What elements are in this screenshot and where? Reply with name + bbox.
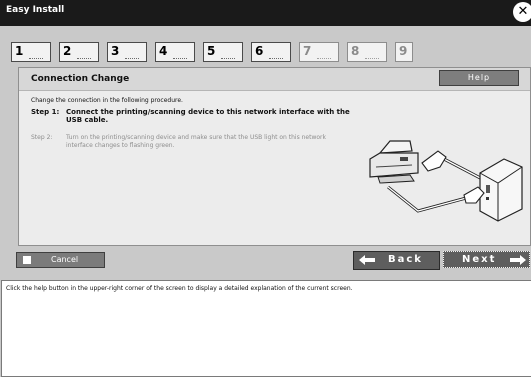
step-dots (29, 54, 43, 59)
step-dots (125, 54, 139, 59)
panel-header: Connection Change Help (19, 68, 530, 91)
info-text: Click the help button in the upper-right… (6, 285, 353, 292)
info-message-box: Click the help button in the upper-right… (1, 280, 531, 377)
easy-install-window: Easy Install ✕ 1 2 3 4 5 6 7 8 9 Connect… (0, 0, 531, 377)
step-number: 4 (159, 44, 168, 58)
step-number: 3 (111, 44, 120, 58)
step-number: 6 (255, 44, 264, 58)
arrow-left-icon (359, 255, 375, 265)
step-number: 7 (303, 44, 312, 58)
next-button[interactable]: Next (443, 251, 530, 268)
step-3: 3 (107, 42, 147, 62)
step-dots (77, 54, 91, 59)
step-dots (221, 54, 235, 59)
step2-text: Turn on the printing/scanning device and… (66, 134, 326, 149)
intro-text: Change the connection in the following p… (31, 97, 183, 104)
step-2: 2 (59, 42, 99, 62)
step-number: 1 (15, 44, 24, 58)
step-dots (173, 54, 187, 59)
back-label: Back (388, 254, 423, 265)
step-9: 9 (395, 42, 413, 62)
connection-illustration (369, 140, 523, 222)
cancel-checkbox-icon (23, 256, 31, 264)
step-number: 2 (63, 44, 72, 58)
step-6: 6 (251, 42, 291, 62)
step-dots (365, 54, 379, 59)
step-number: 8 (351, 44, 360, 58)
step-number: 5 (207, 44, 216, 58)
help-button[interactable]: Help (439, 70, 519, 86)
step-4: 4 (155, 42, 195, 62)
printer-icon (369, 140, 419, 184)
step-7: 7 (299, 42, 339, 62)
step-dots (269, 54, 283, 59)
next-label: Next (462, 254, 497, 265)
cancel-label: Cancel (51, 255, 79, 264)
panel-title: Connection Change (31, 74, 130, 84)
back-button[interactable]: Back (353, 251, 440, 270)
window-title: Easy Install (6, 5, 65, 15)
content-panel: Connection Change Help Change the connec… (18, 67, 531, 246)
step-1: 1 (11, 42, 51, 62)
step-5: 5 (203, 42, 243, 62)
title-bar: Easy Install ✕ (0, 0, 531, 26)
step2-label: Step 2: (31, 134, 53, 141)
cancel-button[interactable]: Cancel (16, 252, 105, 268)
arrow-right-icon (510, 255, 526, 265)
step1-label: Step 1: (31, 108, 60, 116)
network-interface-icon (479, 158, 523, 222)
close-icon[interactable]: ✕ (513, 2, 531, 22)
step-number: 9 (399, 44, 408, 58)
hand-icon-left (421, 150, 447, 172)
step-8: 8 (347, 42, 387, 62)
step1-text: Connect the printing/scanning device to … (66, 108, 350, 124)
step-dots (317, 54, 331, 59)
